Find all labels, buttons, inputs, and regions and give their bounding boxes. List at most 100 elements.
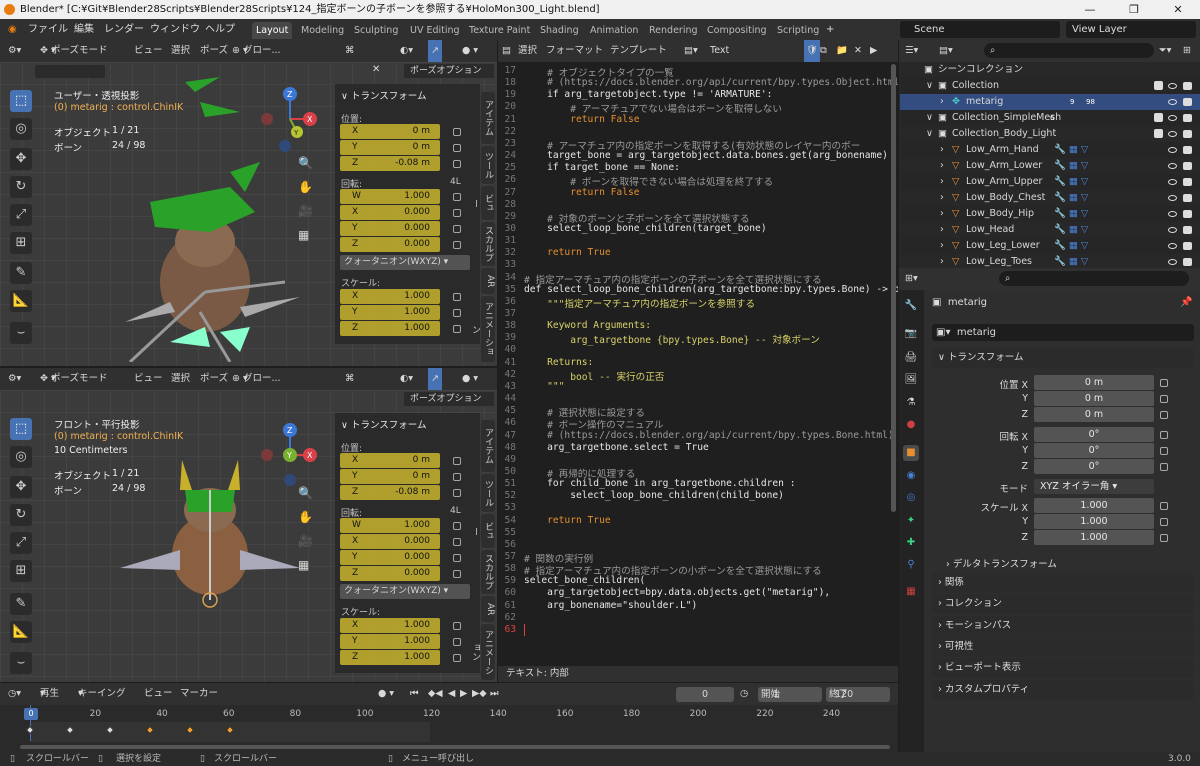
lock-icon[interactable] (453, 209, 461, 217)
visibility-eye-icon[interactable] (1168, 99, 1177, 105)
snap-icon[interactable]: ⌘ (345, 368, 355, 390)
scene-tab-icon[interactable]: ⚗ (903, 395, 919, 411)
rotation-z-field[interactable]: 0° (1034, 459, 1154, 474)
code-line[interactable]: arg_targetbone {bpy.types.Bone} -- 対象ボーン (524, 332, 820, 346)
menu-edit[interactable]: 編集 (74, 19, 94, 40)
scene-selector[interactable]: Scene (900, 21, 1060, 38)
measure-tool[interactable]: 📐 (10, 290, 32, 312)
lock-icon[interactable] (453, 193, 461, 201)
lock-icon[interactable] (1160, 411, 1168, 419)
exclude-checkbox[interactable] (1154, 129, 1163, 138)
editor-scrollbar[interactable] (891, 64, 896, 512)
pan-hand-icon[interactable]: ✋ (298, 180, 313, 194)
properties-section-header[interactable]: › ビューポート表示 (932, 658, 1194, 679)
lock-icon[interactable] (453, 522, 461, 530)
lock-icon[interactable] (453, 473, 461, 481)
menu-select[interactable]: 選択 (171, 40, 190, 62)
lock-icon[interactable] (453, 538, 461, 546)
render-tab-icon[interactable]: 📷 (903, 326, 919, 342)
scale-x-field[interactable]: X 1.000 (340, 618, 440, 633)
visibility-eye-icon[interactable] (1168, 147, 1177, 153)
snap-icon[interactable]: ⌘ (345, 40, 355, 62)
outliner-row[interactable]: › ▽ Low_Head 🔧 ▦ ▽ (900, 222, 1200, 238)
duplicate-text-icon[interactable]: ⧉ (820, 40, 827, 62)
expand-arrow-icon[interactable]: › (940, 142, 944, 158)
display-mode-icon[interactable]: ▤▾ (939, 40, 953, 62)
lock-icon[interactable] (1160, 463, 1168, 471)
outliner-row[interactable]: › ▽ Low_Body_Hip 🔧 ▦ ▽ (900, 206, 1200, 222)
tab-item[interactable]: アイテム (481, 92, 495, 144)
close-button[interactable]: ✕ (1156, 0, 1200, 19)
lock-icon[interactable] (453, 638, 461, 646)
add-workspace-button[interactable]: + (826, 19, 834, 40)
properties-section-header[interactable]: › 可視性 (932, 636, 1194, 657)
rotation-y-field[interactable]: Y 0.000 (340, 550, 440, 565)
code-line[interactable]: if target_bone == None: (524, 162, 680, 173)
menu-help[interactable]: ヘルプ (205, 19, 235, 40)
annotate-tool[interactable]: ✎ (10, 593, 32, 615)
tab-modeling[interactable]: Modeling (297, 22, 348, 39)
transform-section-header[interactable]: ∨ トランスフォーム (341, 417, 427, 431)
visibility-eye-icon[interactable] (1168, 83, 1177, 89)
visibility-eye-icon[interactable] (1168, 243, 1177, 249)
code-line[interactable]: """指定アーマチュア内の指定ボーンを参照する (524, 296, 755, 310)
properties-section-header[interactable]: › 関係 (932, 573, 1194, 593)
expand-arrow-icon[interactable]: › (940, 206, 944, 222)
location-y-field[interactable]: 0 m (1034, 391, 1154, 406)
mode-dropdown[interactable]: ✥ ポーズモード ▾ (40, 40, 108, 62)
expand-arrow-icon[interactable]: ∨ (926, 78, 933, 94)
tab-uv-editing[interactable]: UV Editing (406, 22, 464, 39)
rotation-w-field[interactable]: W 1.000 (340, 189, 440, 204)
tab-sculpt[interactable]: スカルプ (481, 550, 495, 594)
lock-icon[interactable] (453, 293, 461, 301)
rotation-lock-4l[interactable]: 4L (450, 506, 461, 516)
rotation-w-field[interactable]: W 1.000 (340, 518, 440, 533)
editor-type-icon[interactable]: ▤ (502, 40, 511, 62)
orientation-dropdown[interactable]: ⊕ グロー... ▾ (232, 368, 281, 390)
location-x-field[interactable]: X 0 m (340, 453, 440, 468)
select-mode-buttons[interactable] (35, 65, 105, 78)
properties-section-header[interactable]: › モーションパス (932, 615, 1194, 636)
next-keyframe-icon[interactable]: ▶◆ (472, 683, 487, 705)
visibility-eye-icon[interactable] (1168, 259, 1177, 265)
transform-tool[interactable]: ⊞ (10, 560, 32, 582)
render-camera-icon[interactable] (1183, 242, 1192, 250)
cursor-tool[interactable]: ◎ (10, 446, 32, 468)
scale-tool[interactable]: ⤢ (10, 204, 32, 226)
select-box-tool[interactable]: ⬚ (10, 90, 32, 112)
code-area[interactable]: 17 # オブジェクトタイプの一覧 18 # (https://docs.blen… (498, 62, 898, 666)
scale-tool[interactable]: ⤢ (10, 532, 32, 554)
text-datablock-name[interactable]: Text (710, 40, 729, 62)
cursor-tool[interactable]: ◎ (10, 118, 32, 140)
tab-animation[interactable]: アニメーション (470, 624, 495, 680)
tab-compositing[interactable]: Compositing (703, 22, 771, 39)
camera-view-icon[interactable]: 🎥 (298, 204, 313, 218)
visibility-eye-icon[interactable] (1168, 179, 1177, 185)
code-line[interactable]: if arg_targetobject.type != 'ARMATURE': (524, 89, 772, 100)
render-camera-icon[interactable] (1183, 162, 1192, 170)
lock-icon[interactable] (1160, 431, 1168, 439)
run-script-icon[interactable]: ▶ (870, 40, 877, 62)
lock-icon[interactable] (1160, 534, 1168, 542)
jump-end-icon[interactable]: ⏭ (490, 683, 499, 705)
location-x-field[interactable]: X 0 m (340, 124, 440, 139)
visibility-eye-icon[interactable] (1168, 211, 1177, 217)
menu-render[interactable]: レンダー (104, 19, 144, 40)
unlink-text-icon[interactable]: ✕ (854, 40, 862, 62)
render-camera-icon[interactable] (1183, 178, 1192, 186)
menu-view[interactable]: ビュー (134, 368, 163, 390)
outliner-row[interactable]: ∨ ▣ Collection_SimpleMesh 6 (900, 110, 1200, 126)
properties-editor-icon[interactable]: ⊞▾ (905, 268, 918, 290)
menu-select[interactable]: 選択 (171, 368, 190, 390)
menu-window[interactable]: ウィンドウ (150, 19, 200, 40)
rotation-y-field[interactable]: 0° (1034, 443, 1154, 458)
current-frame-field[interactable]: 0 (676, 687, 734, 702)
modifiers-tab-icon[interactable]: ◉ (903, 468, 919, 484)
physics-tab-icon[interactable]: ✦ (903, 513, 919, 529)
lock-icon[interactable] (453, 554, 461, 562)
menu-format[interactable]: フォーマット (546, 40, 603, 62)
output-tab-icon[interactable]: 🖨 (903, 350, 919, 366)
fake-user-shield-icon[interactable]: 🛡 (804, 40, 821, 62)
jump-start-icon[interactable]: ⏮ (410, 683, 419, 705)
scale-x-field[interactable]: X 1.000 (340, 289, 440, 304)
